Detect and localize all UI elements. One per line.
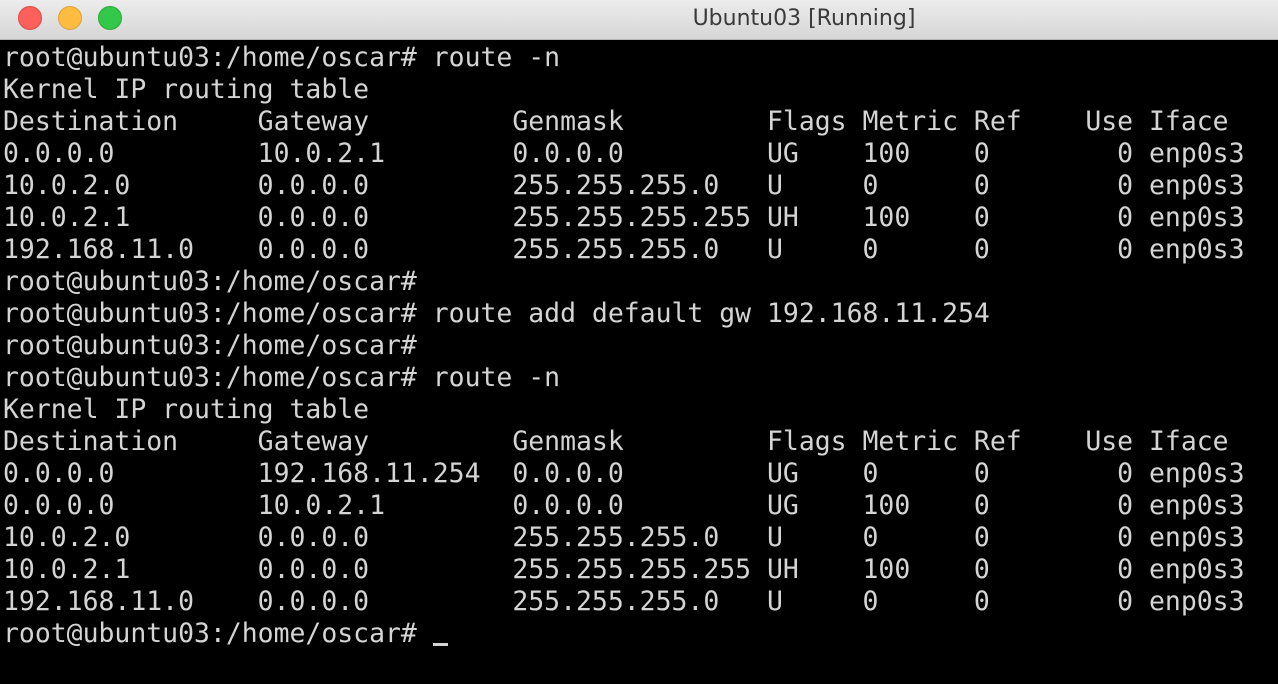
terminal-line: root@ubuntu03:/home/oscar# — [3, 266, 417, 297]
text-cursor — [432, 643, 448, 646]
terminal-line: Destination Gateway Genmask Flags Metric… — [3, 106, 1229, 137]
terminal-prompt-line[interactable]: root@ubuntu03:/home/oscar# — [3, 618, 1278, 650]
terminal-line: 0.0.0.0 10.0.2.1 0.0.0.0 UG 100 0 0 enp0… — [3, 490, 1245, 521]
terminal-line: 10.0.2.1 0.0.0.0 255.255.255.255 UH 100 … — [3, 202, 1245, 233]
terminal-line: 10.0.2.0 0.0.0.0 255.255.255.0 U 0 0 0 e… — [3, 522, 1245, 553]
terminal-line: 10.0.2.1 0.0.0.0 255.255.255.255 UH 100 … — [3, 554, 1245, 585]
terminal-line: Kernel IP routing table — [3, 74, 370, 105]
terminal-line: Destination Gateway Genmask Flags Metric… — [3, 426, 1229, 457]
window-titlebar[interactable]: Ubuntu03 [Running] — [0, 0, 1278, 40]
terminal-line: root@ubuntu03:/home/oscar# route -n — [3, 42, 561, 73]
terminal-output[interactable]: root@ubuntu03:/home/oscar# route -n Kerne… — [0, 40, 1278, 684]
terminal-line: 192.168.11.0 0.0.0.0 255.255.255.0 U 0 0… — [3, 586, 1245, 617]
terminal-line: Kernel IP routing table — [3, 394, 370, 425]
terminal-line: 10.0.2.0 0.0.0.0 255.255.255.0 U 0 0 0 e… — [3, 170, 1245, 201]
terminal-line: root@ubuntu03:/home/oscar# route add def… — [3, 298, 990, 329]
terminal-line: 0.0.0.0 10.0.2.1 0.0.0.0 UG 100 0 0 enp0… — [3, 138, 1245, 169]
prompt: root@ubuntu03:/home/oscar# — [3, 618, 433, 649]
terminal-line: root@ubuntu03:/home/oscar# route -n — [3, 362, 561, 393]
terminal-line: 0.0.0.0 192.168.11.254 0.0.0.0 UG 0 0 0 … — [3, 458, 1245, 489]
terminal-line: 192.168.11.0 0.0.0.0 255.255.255.0 U 0 0… — [3, 234, 1245, 265]
terminal-line: root@ubuntu03:/home/oscar# — [3, 330, 417, 361]
window-title: Ubuntu03 [Running] — [692, 6, 916, 31]
